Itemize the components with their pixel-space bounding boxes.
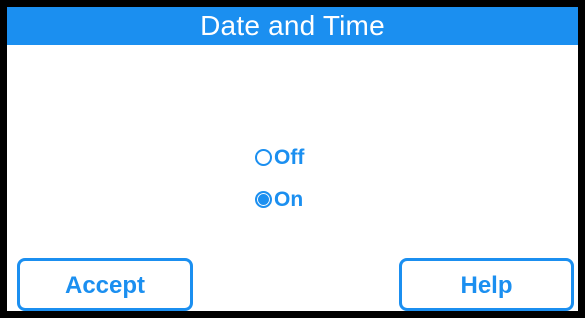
date-time-screen: Date and Time Off On Accept Help — [0, 0, 585, 318]
option-on-label: On — [274, 187, 304, 211]
accept-button[interactable]: Accept — [17, 258, 193, 311]
option-on[interactable]: On — [255, 185, 375, 213]
accept-button-label: Accept — [64, 271, 146, 299]
option-off-label: Off — [274, 145, 305, 169]
help-button-label: Help — [460, 271, 513, 299]
help-button[interactable]: Help — [399, 258, 574, 311]
radio-unselected-icon[interactable] — [255, 148, 272, 166]
title-bar: Date and Time — [7, 7, 578, 45]
option-off[interactable]: Off — [255, 143, 375, 171]
page-title: Date and Time — [200, 9, 385, 41]
date-time-options: Off On — [255, 143, 375, 227]
radio-selected-icon[interactable] — [255, 190, 272, 208]
